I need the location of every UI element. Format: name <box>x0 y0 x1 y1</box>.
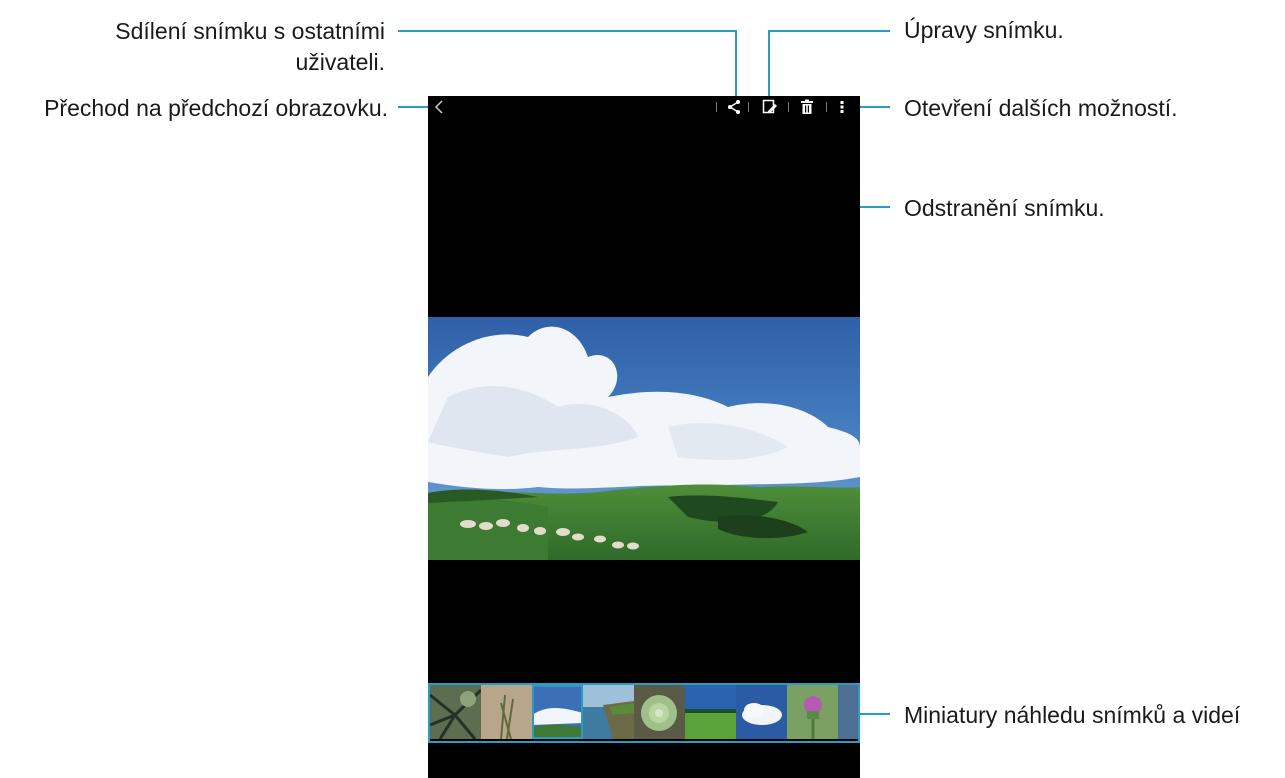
toolbar-separator <box>788 102 789 112</box>
back-callout <box>398 106 430 108</box>
gallery-screen <box>428 96 860 778</box>
toolbar-separator <box>748 102 749 112</box>
edit-annotation: Úpravy snímku. <box>904 17 1064 43</box>
more-vertical-icon[interactable] <box>838 99 846 115</box>
back-annotation: Přechod na předchozí obrazovku. <box>44 95 388 121</box>
toolbar <box>428 96 860 118</box>
share-callout-vertical <box>735 30 737 102</box>
edit-icon[interactable] <box>762 99 778 115</box>
chevron-left-icon[interactable] <box>432 98 448 116</box>
thumbnails-annotation: Miniatury náhledu snímků a videí <box>904 702 1241 728</box>
thumbnails-callout <box>858 713 890 715</box>
share-callout-horizontal <box>398 30 737 32</box>
more-annotation: Otevření dalších možností. <box>904 95 1178 121</box>
share-icon[interactable] <box>727 99 741 115</box>
delete-annotation: Odstranění snímku. <box>904 195 1105 221</box>
edit-callout-vertical <box>768 30 770 102</box>
edit-callout-horizontal <box>768 30 890 32</box>
thumbnail-strip-frame <box>428 683 860 743</box>
main-photo[interactable] <box>428 317 860 560</box>
share-annotation: Sdílení snímku s ostatními uživateli. <box>115 18 385 75</box>
toolbar-separator <box>826 102 827 112</box>
toolbar-separator <box>716 102 717 112</box>
trash-icon[interactable] <box>800 99 814 115</box>
